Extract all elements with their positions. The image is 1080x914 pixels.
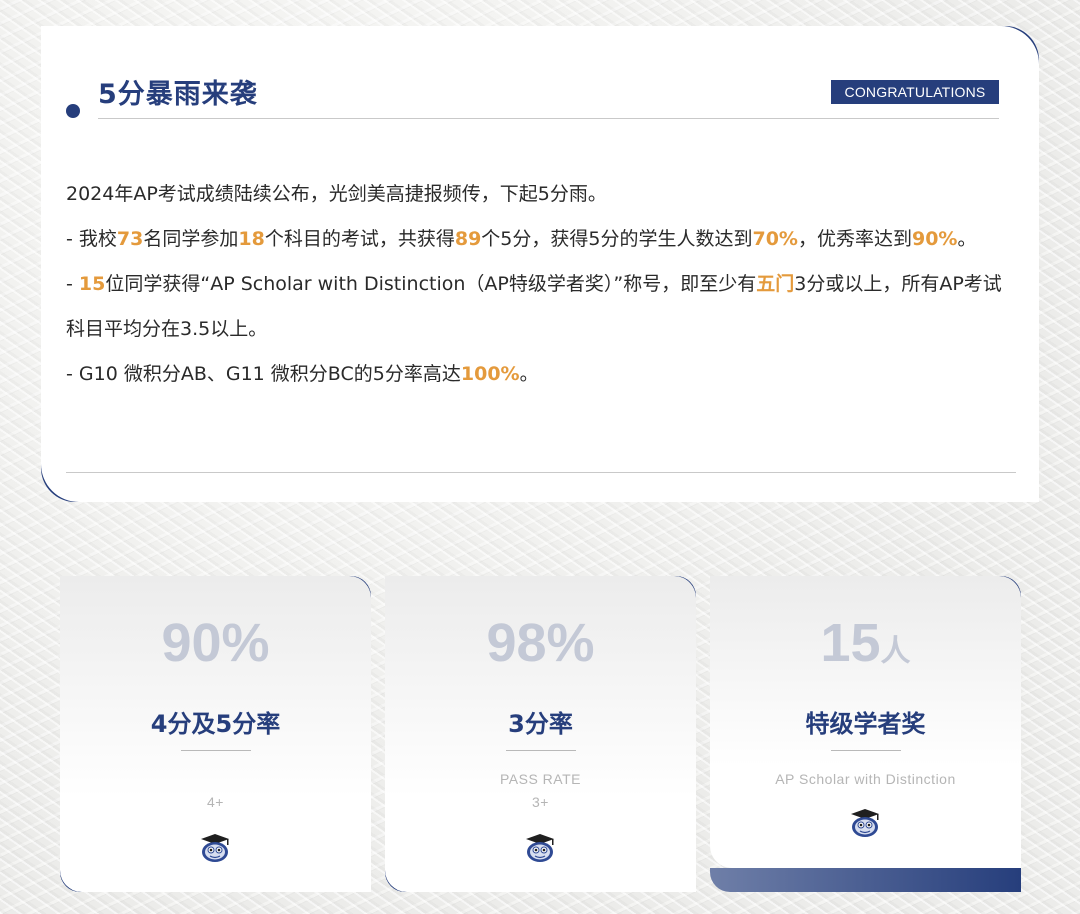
- body-text-run: 名同学参加: [143, 228, 239, 250]
- body-paragraph: - 15位同学获得“AP Scholar with Distinction（AP…: [66, 262, 1016, 352]
- stat-subtitle: 3+: [532, 794, 549, 810]
- stat-divider: [181, 750, 251, 751]
- body-text-run: - G10 微积分AB、G11 微积分BC的5分率高达: [66, 363, 461, 385]
- body-text-run: -: [66, 273, 79, 295]
- stat-value: 15: [820, 613, 881, 673]
- stat-divider: [506, 750, 576, 751]
- announcement-body: 2024年AP考试成绩陆续公布，光剑美高捷报频传，下起5分雨。 - 我校73名同…: [66, 172, 1016, 397]
- highlight-number: 100%: [460, 363, 520, 385]
- stat-label: 3分率: [508, 710, 573, 738]
- card-bottom-band: [710, 868, 1021, 892]
- body-text-run: 个科目的考试，共获得: [264, 228, 455, 250]
- stat-subtitle-en: AP Scholar with Distinction: [775, 771, 956, 787]
- graduation-mascot-icon: [201, 834, 229, 862]
- title-divider: [98, 118, 999, 119]
- body-text-run: 个5分，获得5分的学生人数达到: [481, 228, 753, 250]
- body-text-run: 。: [957, 228, 977, 250]
- highlight-number: 15: [78, 273, 106, 295]
- body-line: 2024年AP考试成绩陆续公布，光剑美高捷报频传，下起5分雨。: [66, 183, 607, 205]
- highlight-number: 89: [454, 228, 482, 250]
- stat-number: 15人: [710, 608, 1021, 687]
- body-text-run: 。: [519, 363, 539, 385]
- graduation-mascot-icon: [851, 809, 879, 837]
- stat-value: 90%: [161, 613, 270, 673]
- stat-label: 4分及5分率: [150, 710, 281, 738]
- stat-number: 98%: [385, 608, 696, 678]
- stat-label: 特级学者奖: [805, 710, 926, 738]
- stat-unit: 人: [880, 635, 911, 668]
- body-paragraph: - G10 微积分AB、G11 微积分BC的5分率高达100%。: [66, 352, 1016, 397]
- body-text-run: - 我校: [66, 228, 117, 250]
- body-text-run: ，优秀率达到: [797, 228, 912, 250]
- stat-subtitle-en: PASS RATE: [499, 771, 581, 787]
- graduation-mascot-icon: [526, 834, 554, 862]
- bullet-dot-icon: [66, 104, 80, 118]
- body-divider: [66, 472, 1016, 473]
- section-title: 5分暴雨来袭: [98, 79, 258, 110]
- body-paragraph: - 我校73名同学参加18个科目的考试，共获得89个5分，获得5分的学生人数达到…: [66, 217, 1016, 262]
- congratulations-badge: CONGRATULATIONS: [831, 80, 999, 104]
- highlight-number: 五门: [756, 273, 795, 295]
- body-text-run: 位同学获得“AP Scholar with Distinction（AP特级学者…: [105, 273, 757, 295]
- stat-divider: [831, 750, 901, 751]
- stat-number: 90%: [60, 608, 371, 678]
- highlight-number: 70%: [752, 228, 798, 250]
- stat-subtitle: 4+: [207, 794, 224, 810]
- stat-value: 98%: [486, 613, 595, 673]
- highlight-number: 73: [116, 228, 144, 250]
- highlight-number: 18: [238, 228, 265, 250]
- highlight-number: 90%: [911, 228, 958, 250]
